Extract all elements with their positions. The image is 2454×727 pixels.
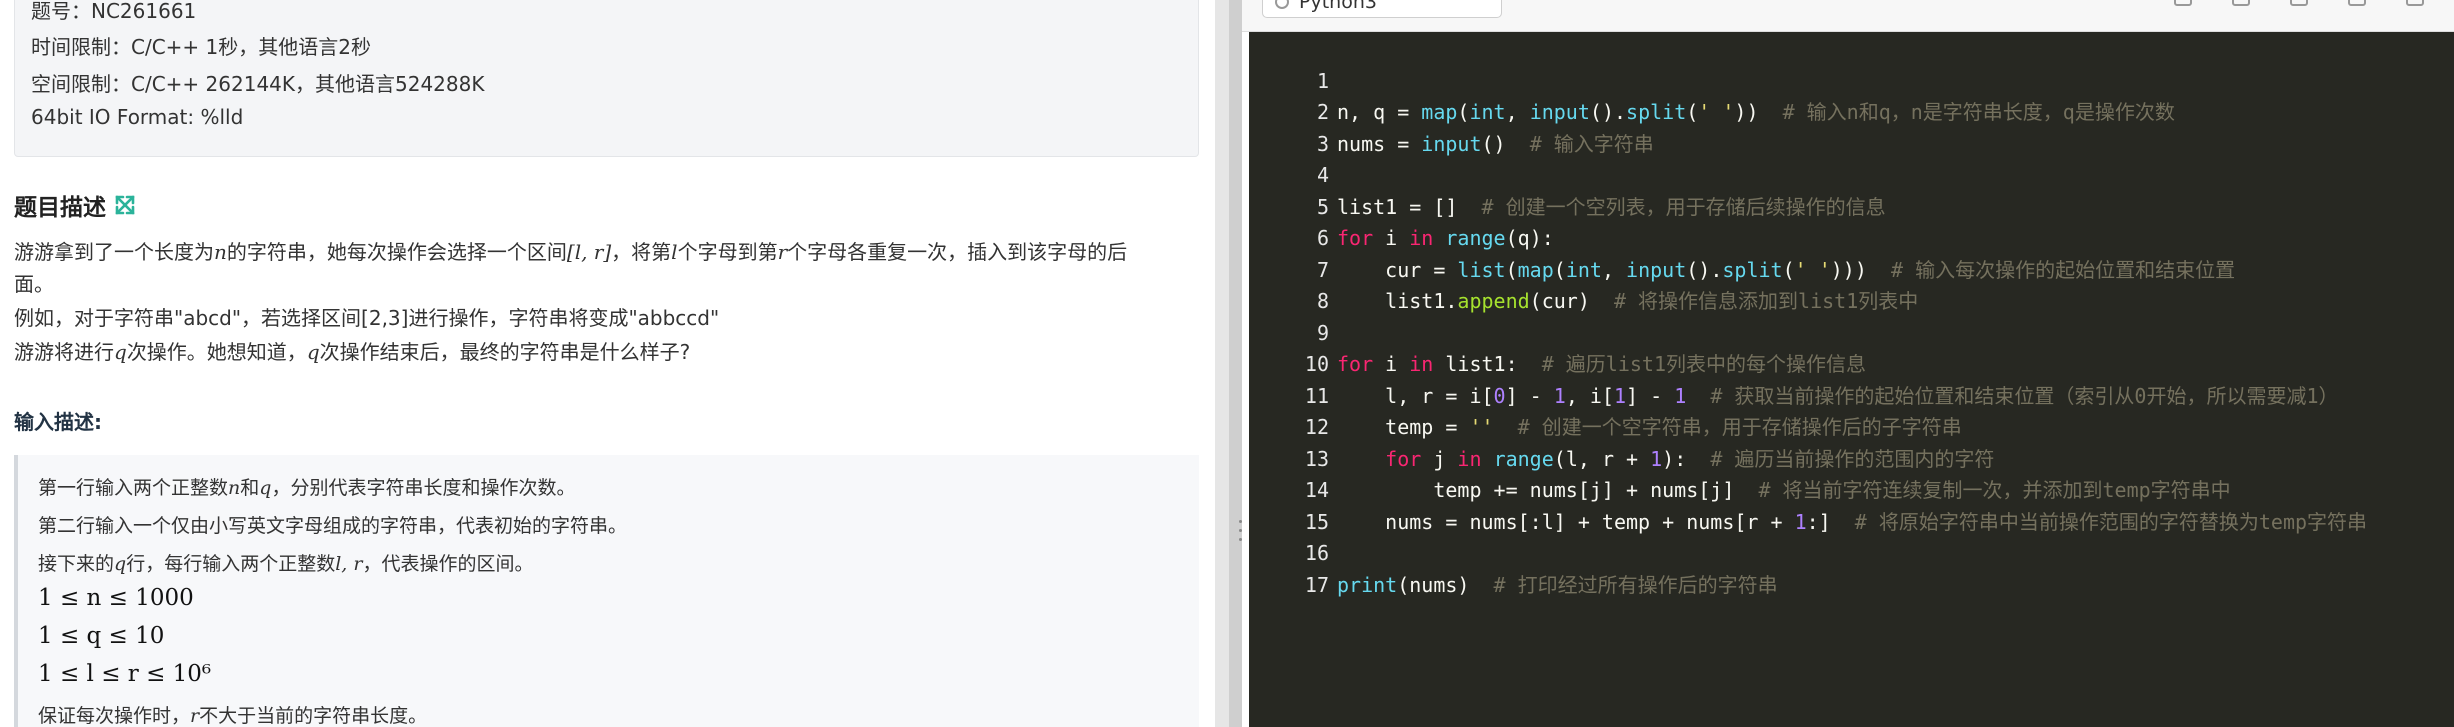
line-number: 17 [1304, 572, 1329, 597]
problem-info-box: 题号：NC261661 时间限制：C/C++ 1秒，其他语言2秒 空间限制：C/… [14, 0, 1199, 157]
io-format: 64bit IO Format: %lld [31, 105, 244, 129]
time-limit: 时间限制：C/C++ 1秒，其他语言2秒 [31, 35, 371, 59]
code-line[interactable]: 14 nums = nums[:l] + temp + nums[r + 1:]… [1249, 444, 2454, 534]
expand-icon[interactable] [114, 194, 136, 216]
code-comment: # 打印经过所有操作后的字符串 [1493, 572, 1778, 597]
code-line[interactable]: 13 temp += nums[j] + nums[j] # 将当前字符连续复制… [1249, 412, 2454, 503]
description-title: 题目描述 [14, 195, 106, 221]
constraint-q: 1 ≤ q ≤ 10 [38, 623, 165, 649]
description-line-2: 面。 [14, 272, 54, 296]
problem-id: 题号：NC261661 [31, 0, 197, 23]
code-line[interactable]: 7 list1.append(cur) # 将操作信息添加到list1列表中 [1249, 223, 2454, 314]
panel-divider [1215, 0, 1229, 727]
code-line[interactable]: 16 print(nums) # 打印经过所有操作后的字符串 [1249, 507, 2454, 597]
constraint-n: 1 ≤ n ≤ 1000 [38, 585, 194, 611]
code-line[interactable]: 5 for i in range(q): [1249, 160, 2454, 251]
template-icon[interactable] [2290, 0, 2308, 6]
problem-panel: 题号：NC261661 时间限制：C/C++ 1秒，其他语言2秒 空间限制：C/… [0, 0, 1215, 727]
code-line[interactable]: 12 for j in range(l, r + 1): # 遍历当前操作的范围… [1249, 381, 2454, 471]
fullscreen-icon[interactable] [2348, 0, 2366, 6]
input-line-3: 接下来的q行，每行输入两个正整数l, r，代表操作的区间。 [38, 553, 534, 575]
editor-toolbar: Python3 [1242, 0, 2454, 32]
resize-handle[interactable] [1229, 0, 1242, 727]
constraint-lr: 1 ≤ l ≤ r ≤ 10⁶ [38, 661, 212, 687]
code-line[interactable]: 3 [1249, 97, 2454, 156]
code-line[interactable]: 15 [1249, 475, 2454, 534]
description-heading: 题目描述 [14, 188, 136, 222]
input-heading: 输入描述: [14, 410, 102, 434]
code-line[interactable]: 9 for i in list1: # 遍历list1列表中的每个操作信息 [1249, 286, 2454, 377]
reset-icon[interactable] [2232, 0, 2250, 6]
input-line-2: 第二行输入一个仅由小写英文字母组成的字符串，代表初始的字符串。 [38, 515, 628, 537]
grip-dots-icon [1239, 520, 1243, 580]
language-select[interactable]: Python3 [1262, 0, 1502, 18]
language-label: Python3 [1299, 0, 1377, 13]
toolbar-icons [2174, 0, 2424, 6]
code-line[interactable]: 8 [1249, 255, 2454, 313]
info-icon[interactable] [2174, 0, 2192, 6]
code-editor[interactable]: 1 n, q = map(int, input().split(' ')) # … [1249, 32, 2454, 727]
input-line-4: 保证每次操作时，r不大于当前的字符串长度。 [38, 705, 428, 727]
code-line[interactable]: 1 n, q = map(int, input().split(' ')) # … [1249, 34, 2454, 125]
code-line[interactable]: 17 [1249, 538, 2454, 597]
space-limit: 空间限制：C/C++ 262144K，其他语言524288K [31, 72, 485, 96]
input-description-block: 第一行输入两个正整数n和q，分别代表字符串长度和操作次数。 第二行输入一个仅由小… [14, 455, 1199, 727]
settings-icon[interactable] [2406, 0, 2424, 6]
input-line-1: 第一行输入两个正整数n和q，分别代表字符串长度和操作次数。 [38, 477, 576, 499]
code-line[interactable]: 11 temp = '' # 创建一个空字符串，用于存储操作后的子字符串 [1249, 349, 2454, 440]
description-line-1: 游游拿到了一个长度为n的字符串，她每次操作会选择一个区间[l, r]，将第l个字… [14, 240, 1128, 264]
code-line[interactable]: 10 l, r = i[0] - 1, i[1] - 1 # 获取当前操作的起始… [1249, 318, 2454, 408]
code-line[interactable]: 2 nums = input() # 输入字符串 [1249, 66, 2454, 156]
code-line[interactable]: 6 cur = list(map(int, input().split(' ')… [1249, 192, 2454, 282]
description-line-3: 例如，对于字符串"abcd"，若选择区间[2,3]进行操作，字符串将变成"abb… [14, 306, 720, 330]
code-line[interactable]: 4 list1 = [] # 创建一个空列表，用于存储后续操作的信息 [1249, 129, 2454, 219]
language-icon [1275, 0, 1289, 9]
description-line-4: 游游将进行q次操作。她想知道，q次操作结束后，最终的字符串是什么样子? [14, 340, 691, 364]
